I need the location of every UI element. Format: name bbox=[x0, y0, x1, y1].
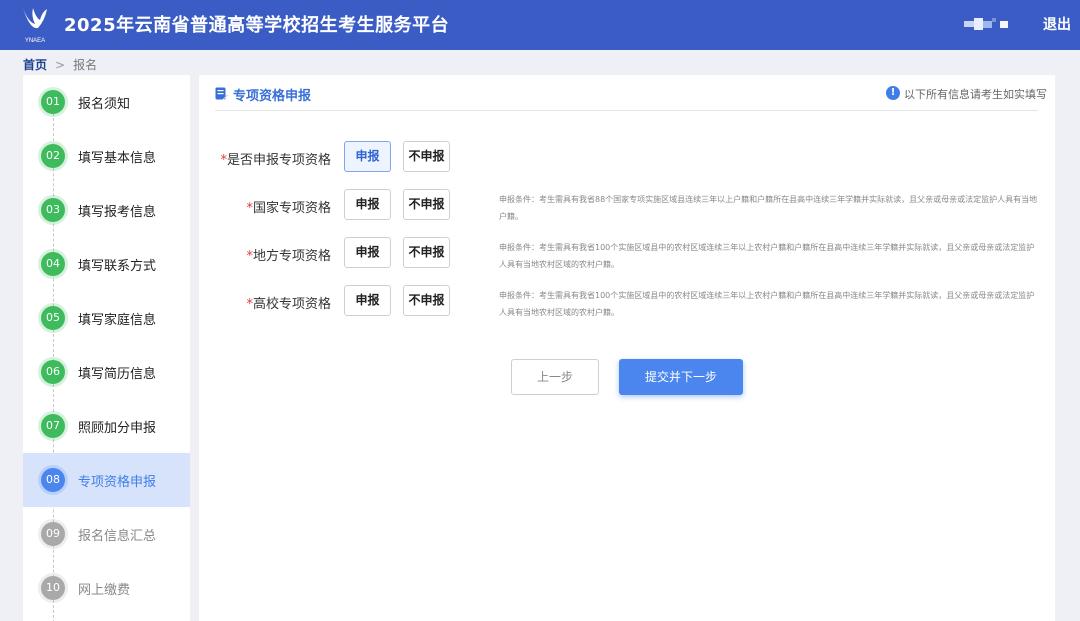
step-number-badge: 03 bbox=[41, 198, 65, 222]
step-label: 照顾加分申报 bbox=[78, 421, 157, 436]
step-item-06[interactable]: 06 填写简历信息 bbox=[23, 345, 190, 399]
university-special-yes-button[interactable]: 申报 bbox=[344, 285, 391, 316]
section-title: 专项资格申报 bbox=[233, 89, 312, 104]
step-label: 填写联系方式 bbox=[78, 259, 157, 274]
step-sidebar: 01 报名须知 02 填写基本信息 03 填写报考信息 04 填写联系方式 05… bbox=[23, 75, 190, 621]
university-special-condition-text: 申报条件：考生需具有我省100个实施区域县中的农村区域连续三年以上农村户籍和户籍… bbox=[499, 291, 1035, 317]
breadcrumb-home-link[interactable]: 首页 bbox=[23, 58, 47, 72]
step-item-04[interactable]: 04 填写联系方式 bbox=[23, 237, 190, 291]
step-label: 报名须知 bbox=[78, 97, 131, 112]
step-number-badge: 05 bbox=[41, 306, 65, 330]
step-number-badge: 06 bbox=[41, 360, 65, 384]
previous-step-button[interactable]: 上一步 bbox=[511, 359, 599, 395]
national-special-yes-button[interactable]: 申报 bbox=[344, 189, 391, 220]
step-label: 专项资格申报 bbox=[78, 475, 157, 490]
step-number-badge: 04 bbox=[41, 252, 65, 276]
step-item-07[interactable]: 07 照顾加分申报 bbox=[23, 399, 190, 453]
top-header: YNAEA 2025年云南省普通高等学校招生考生服务平台 退出 bbox=[0, 0, 1080, 50]
step-item-09[interactable]: 09 报名信息汇总 bbox=[23, 507, 190, 561]
local-special-condition-text: 申报条件：考生需具有我省100个实施区域县中的农村区域连续三年以上农村户籍和户籍… bbox=[499, 243, 1035, 269]
step-item-05[interactable]: 05 填写家庭信息 bbox=[23, 291, 190, 345]
step-number-badge: 10 bbox=[41, 576, 65, 600]
step-item-01[interactable]: 01 报名须知 bbox=[23, 75, 190, 129]
step-label: 填写简历信息 bbox=[78, 367, 157, 382]
app-title: 2025年云南省普通高等学校招生考生服务平台 bbox=[64, 15, 450, 36]
apply-special-no-button[interactable]: 不申报 bbox=[403, 141, 450, 172]
university-special-no-button[interactable]: 不申报 bbox=[403, 285, 450, 316]
user-avatar-blurred[interactable] bbox=[964, 18, 1008, 30]
submit-and-next-button[interactable]: 提交并下一步 bbox=[619, 359, 743, 395]
question-label-university-special: *高校专项资格 bbox=[246, 297, 331, 312]
step-number-badge: 08 bbox=[41, 468, 65, 492]
section-header: 专项资格申报 ! 以下所有信息请考生如实填写 bbox=[215, 75, 1047, 111]
main-content-card: 专项资格申报 ! 以下所有信息请考生如实填写 *是否申报专项资格 申报 不申报 … bbox=[199, 75, 1055, 621]
step-label: 网上缴费 bbox=[78, 583, 131, 598]
local-special-yes-button[interactable]: 申报 bbox=[344, 237, 391, 268]
step-item-03[interactable]: 03 填写报考信息 bbox=[23, 183, 190, 237]
step-label: 填写家庭信息 bbox=[78, 313, 157, 328]
breadcrumb: 首页 > 报名 bbox=[23, 56, 97, 73]
ynaea-logo: YNAEA bbox=[18, 4, 52, 46]
national-special-no-button[interactable]: 不申报 bbox=[403, 189, 450, 220]
step-number-badge: 07 bbox=[41, 414, 65, 438]
step-item-08[interactable]: 08 专项资格申报 bbox=[23, 453, 190, 507]
step-number-badge: 09 bbox=[41, 522, 65, 546]
step-label: 填写报考信息 bbox=[78, 205, 157, 220]
step-item-02[interactable]: 02 填写基本信息 bbox=[23, 129, 190, 183]
step-number-badge: 02 bbox=[41, 144, 65, 168]
breadcrumb-separator: > bbox=[55, 58, 66, 72]
apply-special-yes-button[interactable]: 申报 bbox=[344, 141, 391, 172]
national-special-condition-text: 申报条件：考生需具有我省88个国家专项实施区域县连续三年以上户籍和户籍所在县高中… bbox=[499, 195, 1038, 221]
step-label: 报名信息汇总 bbox=[78, 529, 157, 544]
fill-truthfully-notice: 以下所有信息请考生如实填写 bbox=[904, 88, 1047, 101]
local-special-no-button[interactable]: 不申报 bbox=[403, 237, 450, 268]
logout-button[interactable]: 退出 bbox=[1043, 14, 1071, 34]
question-label-local-special: *地方专项资格 bbox=[246, 249, 331, 264]
question-label-apply-special: *是否申报专项资格 bbox=[220, 153, 331, 168]
edit-document-icon bbox=[215, 86, 229, 100]
step-item-10[interactable]: 10 网上缴费 bbox=[23, 561, 190, 615]
step-label: 填写基本信息 bbox=[78, 151, 157, 166]
question-label-national-special: *国家专项资格 bbox=[246, 201, 331, 216]
breadcrumb-current: 报名 bbox=[73, 58, 98, 72]
step-number-badge: 01 bbox=[41, 90, 65, 114]
logo-text: YNAEA bbox=[25, 38, 45, 44]
info-icon: ! bbox=[886, 86, 900, 100]
